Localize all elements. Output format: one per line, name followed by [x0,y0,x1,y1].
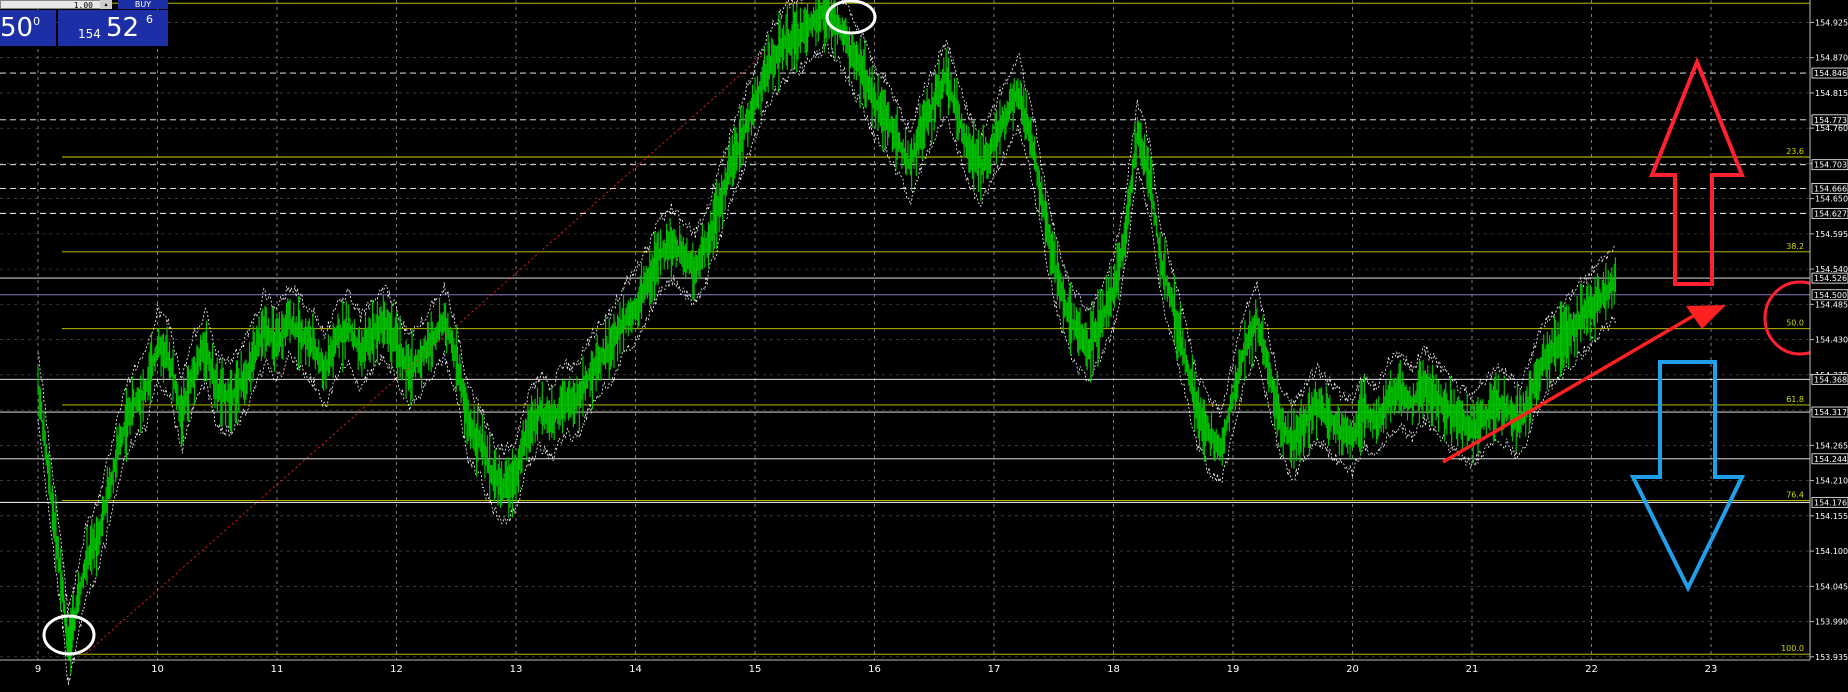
fib-level-label: 38.2 [1786,242,1804,251]
level-price-tag-label: 154.666 [1814,184,1847,193]
buy-price-sup: 6 [146,13,153,26]
y-tick-label: 154.595 [1815,230,1848,239]
y-tick-label: 154.210 [1815,477,1848,486]
fib-level-label: 100.0 [1781,644,1804,653]
level-price-tag-label: 154.773 [1814,116,1847,125]
y-tick-label: 153.990 [1815,618,1848,627]
x-tick-label: 16 [868,664,881,675]
x-tick-label: 18 [1107,664,1120,675]
y-tick-label: 154.155 [1815,512,1848,521]
x-tick-label: 23 [1705,664,1718,675]
y-tick-label: 154.870 [1815,54,1848,63]
fib-level-label: 61.8 [1786,395,1804,404]
sell-price-main: 50 [0,13,34,43]
lot-size-input[interactable]: 1.00 [0,0,112,10]
x-tick-label: 15 [749,664,762,675]
x-tick-label: 14 [629,664,642,675]
y-tick-label: 154.650 [1815,195,1848,204]
x-tick-label: 13 [510,664,523,675]
sell-price-button[interactable]: 500 [0,10,56,46]
level-price-tag-label: 154.526 [1814,274,1847,283]
level-price-tag-label: 154.176 [1814,498,1847,507]
x-tick-label: 22 [1585,664,1598,675]
one-click-trade-panel[interactable]: ▾ 1.00 ▴ BUY 500 154 52 6 [0,0,168,46]
fib-level-label: 0.0 [1791,0,1804,2]
buy-button[interactable]: BUY [118,0,168,9]
y-tick-label: 154.925 [1815,18,1848,27]
buy-price-button[interactable]: 154 52 6 [58,10,168,46]
fib-level-label: 50.0 [1786,319,1804,328]
lot-spinner-icon[interactable]: ▴ [100,0,112,9]
buy-price-main: 52 [106,13,140,43]
down-arrow-icon[interactable] [1629,360,1746,593]
y-tick-label: 153.935 [1815,653,1848,662]
up-arrow-icon[interactable] [1649,56,1745,286]
level-price-tag-label: 154.703 [1814,161,1847,170]
level-price-tag-label: 154.627 [1814,209,1847,218]
x-tick-label: 17 [988,664,1001,675]
x-tick-label: 19 [1227,664,1240,675]
level-price-tag-label: 154.368 [1814,375,1847,384]
upper-band [37,0,1616,615]
candle-series [37,0,1617,674]
x-tick-label: 21 [1466,664,1479,675]
level-price-tag-label: 154.244 [1814,455,1847,464]
sell-price-sup: 0 [33,15,41,28]
y-tick-label: 154.485 [1815,300,1848,309]
y-tick-label: 154.760 [1815,124,1848,133]
y-tick-label: 154.045 [1815,582,1848,591]
level-price-tag-label: 154.846 [1814,69,1847,78]
price-chart[interactable]: 9 10 11 12 13 14 15 16 17 18 19 20 21 22 23 0.0 23.6 38.… [0,0,1848,692]
x-tick-label: 20 [1346,664,1359,675]
y-tick-label: 154.100 [1815,547,1848,556]
level-price-tag-label: 154.317 [1814,408,1847,417]
x-tick-label: 9 [35,664,41,675]
level-price-tag-label: 154.500 [1814,291,1847,300]
x-tick-label: 10 [151,664,164,675]
fib-level-label: 23.6 [1786,147,1804,156]
y-tick-label: 154.265 [1815,441,1848,450]
y-tick-label: 154.430 [1815,336,1848,345]
x-tick-label: 11 [271,664,284,675]
fib-level-label: 76.4 [1786,490,1804,499]
y-tick-label: 154.815 [1815,89,1848,98]
x-tick-label: 12 [390,664,403,675]
buy-price-small: 154 [78,27,101,41]
